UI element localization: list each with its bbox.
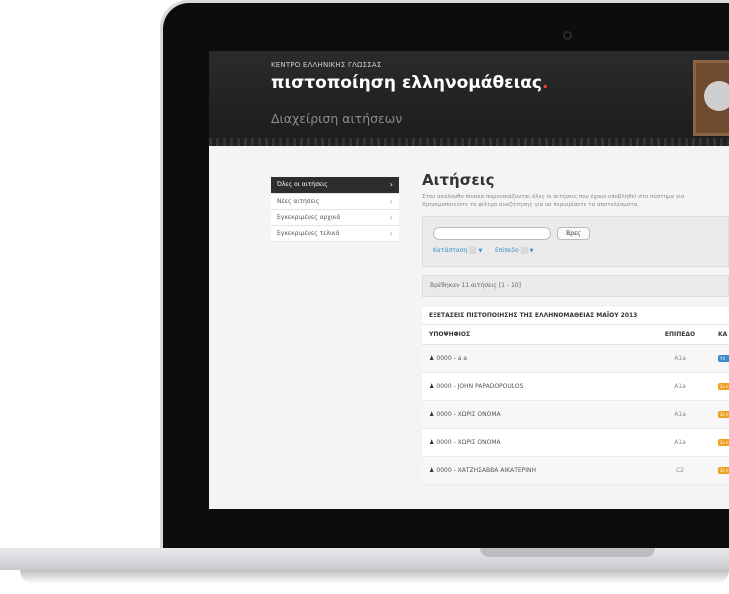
search-button[interactable]: Βρες <box>557 227 590 240</box>
level-cell: A1a <box>674 439 686 446</box>
table-row[interactable]: ♟ 0000 - ΧΑΤΖΗΣΑΒΒΑ ΑΙΚΑΤΕΡΙΝΗ C2 Σε ε <box>422 457 729 485</box>
page-title: Αιτήσεις <box>422 171 495 189</box>
candidate-name: 0000 - ΧΩΡΙΣ ΟΝΟΜΑ <box>436 439 501 446</box>
table-row[interactable]: ♟ 0000 - JOHN PAPADOPOULOS A1a Σε ε <box>422 373 729 401</box>
search-input[interactable] <box>433 227 551 240</box>
status-filter-dropdown[interactable]: Κατάσταση ▼ <box>433 247 482 254</box>
column-header-status[interactable]: ΚΑ <box>718 325 727 344</box>
sidebar-item-label: Εγκεκριμένες αρχικά <box>277 214 341 221</box>
user-icon: ♟ <box>429 355 435 362</box>
candidate-name: 0000 - ΧΑΤΖΗΣΑΒΒΑ ΑΙΚΑΤΕΡΙΝΗ <box>436 467 537 474</box>
sidebar-item-approved-initial[interactable]: Εγκεκριμένες αρχικά › <box>271 210 399 226</box>
user-icon: ♟ <box>429 439 435 446</box>
level-filter-box <box>520 247 528 254</box>
level-cell: A1a <box>674 411 686 418</box>
candidate-name: 0000 - a a <box>436 355 467 362</box>
applications-table: ΕΞΕΤΑΣΕΙΣ ΠΙΣΤΟΠΟΙΗΣΗΣ ΤΗΣ ΕΛΛΗΝΟΜΑΘΕΙΑΣ… <box>422 307 729 485</box>
candidate-name: 0000 - JOHN PAPADOPOULOS <box>436 383 524 390</box>
chevron-right-icon: › <box>389 180 393 189</box>
status-badge: Σε ε <box>718 383 729 390</box>
candidate-cell: ♟ 0000 - ΧΑΤΖΗΣΑΒΒΑ ΑΙΚΑΤΕΡΙΝΗ <box>429 457 536 484</box>
level-cell: A1a <box>674 383 686 390</box>
laptop-notch <box>480 548 655 557</box>
brand-dot: . <box>542 73 549 93</box>
level-cell: A1a <box>674 355 686 362</box>
brand-text: πιστοποίηση ελληνομάθειας <box>271 73 543 93</box>
status-badge: Υπ <box>718 355 729 362</box>
candidate-name: 0000 - ΧΩΡΙΣ ΟΝΟΜΑ <box>436 411 501 418</box>
table-row[interactable]: ♟ 0000 - ΧΩΡΙΣ ΟΝΟΜΑ A1a Σε ε <box>422 429 729 457</box>
level-filter-dropdown[interactable]: Επίπεδο ▼ <box>495 247 534 254</box>
main-content: Αιτήσεις Στον ακόλουθο πίνακα παρουσιάζο… <box>422 171 729 485</box>
table-row[interactable]: ♟ 0000 - a a A1a Υπ <box>422 345 729 373</box>
results-count: Βρέθηκαν 11 αιτήσεις [1 - 10] <box>422 275 729 297</box>
table-row[interactable]: ♟ 0000 - ΧΩΡΙΣ ΟΝΟΜΑ A1a Σε ε <box>422 401 729 429</box>
sidebar-item-all[interactable]: Όλες οι αιτήσεις › <box>271 177 399 194</box>
screen: ΚΕΝΤΡΟ ΕΛΛΗΝΙΚΗΣ ΓΛΩΣΣΑΣ πιστοποίηση ελλ… <box>209 51 729 509</box>
page-description: Στον ακόλουθο πίνακα παρουσιάζονται όλες… <box>422 193 729 209</box>
caret-down-icon: ▼ <box>478 248 483 254</box>
column-header-candidate[interactable]: ΥΠΟΨΗΦΙΟΣ <box>429 325 470 344</box>
brand-logo[interactable]: πιστοποίηση ελληνομάθειας. <box>271 73 548 93</box>
laptop-shadow <box>20 570 729 584</box>
status-filter-box <box>469 247 477 254</box>
sidebar-item-label: Εγκεκριμένες τελικά <box>277 230 340 237</box>
sidebar-item-label: Νέες αιτήσεις <box>277 198 320 205</box>
sidebar-item-label: Όλες οι αιτήσεις <box>277 181 328 188</box>
sidebar-item-approved-final[interactable]: Εγκεκριμένες τελικά › <box>271 226 399 242</box>
exam-title: ΕΞΕΤΑΣΕΙΣ ΠΙΣΤΟΠΟΙΗΣΗΣ ΤΗΣ ΕΛΛΗΝΟΜΑΘΕΙΑΣ… <box>422 307 729 325</box>
sidebar: Όλες οι αιτήσεις › Νέες αιτήσεις › Εγκεκρι… <box>271 177 399 242</box>
description-line-1: Στον ακόλουθο πίνακα παρουσιάζονται όλες… <box>422 194 685 200</box>
user-icon: ♟ <box>429 411 435 418</box>
header-image <box>693 60 729 136</box>
candidate-cell: ♟ 0000 - ΧΩΡΙΣ ΟΝΟΜΑ <box>429 429 501 456</box>
site-header: ΚΕΝΤΡΟ ΕΛΛΗΝΙΚΗΣ ΓΛΩΣΣΑΣ πιστοποίηση ελλ… <box>209 51 729 146</box>
caret-down-icon: ▼ <box>529 248 534 254</box>
user-icon: ♟ <box>429 467 435 474</box>
candidate-cell: ♟ 0000 - JOHN PAPADOPOULOS <box>429 373 523 400</box>
filter-panel: Βρες Κατάσταση ▼ Επίπεδο ▼ <box>422 216 729 267</box>
chevron-right-icon: › <box>389 197 393 206</box>
status-badge: Σε ε <box>718 411 729 418</box>
chevron-right-icon: › <box>389 213 393 222</box>
description-line-2: Χρησιμοποιείστε το φίλτρο αναζήτησης για… <box>422 202 640 208</box>
candidate-cell: ♟ 0000 - ΧΩΡΙΣ ΟΝΟΜΑ <box>429 401 501 428</box>
level-filter-label: Επίπεδο <box>495 247 519 254</box>
org-name: ΚΕΝΤΡΟ ΕΛΛΗΝΙΚΗΣ ΓΛΩΣΣΑΣ <box>271 61 382 69</box>
status-badge: Σε ε <box>718 439 729 446</box>
status-badge: Σε ε <box>718 467 729 474</box>
camera-icon <box>563 31 572 40</box>
status-filter-label: Κατάσταση <box>433 247 468 254</box>
section-title: Διαχείριση αιτήσεων <box>271 111 403 126</box>
column-header-level[interactable]: ΕΠΙΠΕΔΟ <box>660 325 700 344</box>
level-cell: C2 <box>675 467 684 474</box>
table-header: ΥΠΟΨΗΦΙΟΣ ΕΠΙΠΕΔΟ ΚΑ <box>422 325 729 345</box>
user-icon: ♟ <box>429 383 435 390</box>
sidebar-item-new[interactable]: Νέες αιτήσεις › <box>271 194 399 210</box>
chevron-right-icon: › <box>389 229 393 238</box>
table-body: ♟ 0000 - a a A1a Υπ ♟ 0000 - JOHN PAPADOPOULO… <box>422 345 729 485</box>
candidate-cell: ♟ 0000 - a a <box>429 345 467 372</box>
